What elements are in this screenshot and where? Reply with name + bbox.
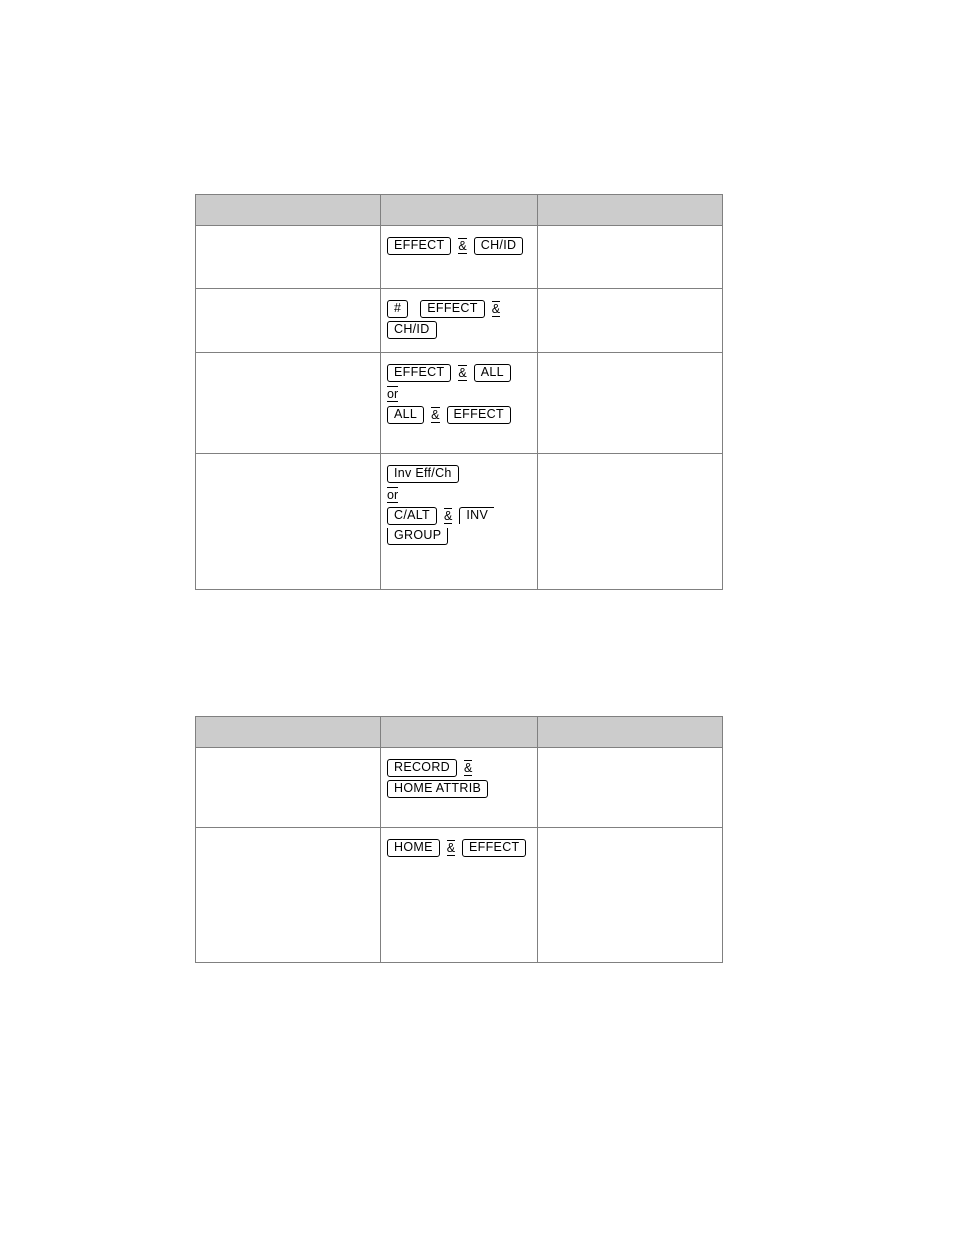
key-sequence-line: Inv Eff/Ch <box>387 463 537 484</box>
key-box-effect: EFFECT <box>387 236 452 255</box>
key-box-effect: EFFECT <box>446 405 511 424</box>
key-box-inv-open: INV <box>459 507 495 525</box>
cell-text <box>196 289 380 298</box>
key-sequence-line: HOME ATTRIB <box>387 778 537 799</box>
key-box-c-alt: C/ALT <box>387 506 437 525</box>
ampersand-connector: & <box>446 839 456 856</box>
key-sequence-line: or <box>387 484 537 505</box>
key-sequence: Inv Eff/Ch or C/ALT & INV GROUP <box>381 454 537 547</box>
key-sequence-line: # EFFECT & <box>387 298 537 319</box>
table-2-header-cell-a <box>195 716 381 748</box>
table-2-header-cell-c <box>537 716 723 748</box>
table-header-row <box>195 194 723 226</box>
table-1-body: EFFECT & CH/ID # EFFECT & CH/ID EFFECT & ALL or A… <box>195 225 723 590</box>
key-sequence: EFFECT & ALL or ALL & EFFECT <box>381 353 537 425</box>
ampersand-connector: & <box>458 237 467 254</box>
table-header-row <box>195 716 723 748</box>
cell-text <box>196 454 380 463</box>
table-2-header <box>195 716 723 748</box>
table-1-header-cell-c <box>537 194 723 226</box>
or-connector: or <box>387 486 399 503</box>
table-2-row-1-cell-b: HOME & EFFECT <box>380 827 538 963</box>
table-row: RECORD & HOME ATTRIB <box>195 747 723 828</box>
table-1-row-2-cell-b: EFFECT & ALL or ALL & EFFECT <box>380 352 538 454</box>
or-connector: or <box>387 385 399 402</box>
table-2-row-0-cell-c <box>537 747 723 828</box>
table-row: EFFECT & ALL or ALL & EFFECT <box>195 352 723 454</box>
key-box-: # <box>387 299 409 318</box>
key-box-ch-id: CH/ID <box>473 236 524 255</box>
table-2-body: RECORD & HOME ATTRIB HOME & EFFECT <box>195 747 723 963</box>
table-1-row-0-cell-a <box>195 225 381 289</box>
table-1-row-0-cell-b: EFFECT & CH/ID <box>380 225 538 289</box>
table-2-row-1-cell-a <box>195 827 381 963</box>
ampersand-connector: & <box>463 759 473 776</box>
table-1-row-2-cell-a <box>195 352 381 454</box>
key-sequence: RECORD & HOME ATTRIB <box>381 748 537 799</box>
key-box-effect: EFFECT <box>387 363 452 382</box>
key-sequence-line: RECORD & <box>387 757 537 778</box>
key-box-group-close: GROUP <box>387 528 449 546</box>
key-box-ch-id: CH/ID <box>387 320 437 339</box>
key-sequence-line: GROUP <box>387 526 537 547</box>
key-box-effect: EFFECT <box>462 838 527 857</box>
key-box-record: RECORD <box>387 758 457 777</box>
cell-text <box>538 748 722 757</box>
key-sequence: HOME & EFFECT <box>381 828 537 858</box>
cell-text <box>196 353 380 362</box>
table-row: HOME & EFFECT <box>195 827 723 963</box>
key-box-inv-eff-ch: Inv Eff/Ch <box>387 464 459 483</box>
key-box-effect: EFFECT <box>420 299 485 318</box>
cell-text <box>538 828 722 837</box>
key-sequence-table-2: RECORD & HOME ATTRIB HOME & EFFECT <box>195 716 723 963</box>
cell-text <box>538 226 722 235</box>
cell-text <box>196 828 380 837</box>
cell-text <box>538 289 722 298</box>
key-sequence-line: C/ALT & INV <box>387 505 537 526</box>
cell-text <box>538 353 722 362</box>
key-sequence-line: ALL & EFFECT <box>387 404 537 425</box>
table-1-header-cell-a <box>195 194 381 226</box>
key-box-home-attrib: HOME ATTRIB <box>387 779 489 798</box>
key-sequence: EFFECT & CH/ID <box>381 226 537 256</box>
table-1-row-1-cell-b: # EFFECT & CH/ID <box>380 288 538 353</box>
key-sequence: # EFFECT & CH/ID <box>381 289 537 340</box>
table-1-row-3-cell-a <box>195 453 381 590</box>
table-1-row-2-cell-c <box>537 352 723 454</box>
table-2-row-0-cell-b: RECORD & HOME ATTRIB <box>380 747 538 828</box>
table-1-row-1-cell-c <box>537 288 723 353</box>
table-1-row-3-cell-c <box>537 453 723 590</box>
table-1-row-3-cell-b: Inv Eff/Ch or C/ALT & INV GROUP <box>380 453 538 590</box>
key-sequence-line: CH/ID <box>387 319 537 340</box>
key-sequence-line: HOME & EFFECT <box>387 837 537 858</box>
table-1-row-1-cell-a <box>195 288 381 353</box>
table-2-row-0-cell-a <box>195 747 381 828</box>
ampersand-connector: & <box>458 364 467 381</box>
key-box-all: ALL <box>473 363 511 382</box>
cell-text <box>196 226 380 235</box>
table-1-header-cell-b <box>380 194 538 226</box>
table-row: Inv Eff/Ch or C/ALT & INV GROUP <box>195 453 723 590</box>
table-1-header <box>195 194 723 226</box>
cell-text <box>196 748 380 757</box>
table-1-row-0-cell-c <box>537 225 723 289</box>
ampersand-connector: & <box>491 300 501 317</box>
ampersand-connector: & <box>431 406 440 423</box>
key-sequence-line: EFFECT & ALL <box>387 362 537 383</box>
key-sequence-line: EFFECT & CH/ID <box>387 235 537 256</box>
ampersand-connector: & <box>444 507 453 524</box>
document-page: EFFECT & CH/ID # EFFECT & CH/ID EFFECT & ALL or A… <box>0 0 954 1235</box>
cell-text <box>538 454 722 463</box>
key-sequence-table-1: EFFECT & CH/ID # EFFECT & CH/ID EFFECT & ALL or A… <box>195 194 723 590</box>
table-row: EFFECT & CH/ID <box>195 225 723 289</box>
key-box-all: ALL <box>387 405 425 424</box>
key-sequence-line: or <box>387 383 537 404</box>
table-row: # EFFECT & CH/ID <box>195 288 723 353</box>
table-2-header-cell-b <box>380 716 538 748</box>
key-box-home: HOME <box>387 838 440 857</box>
table-2-row-1-cell-c <box>537 827 723 963</box>
